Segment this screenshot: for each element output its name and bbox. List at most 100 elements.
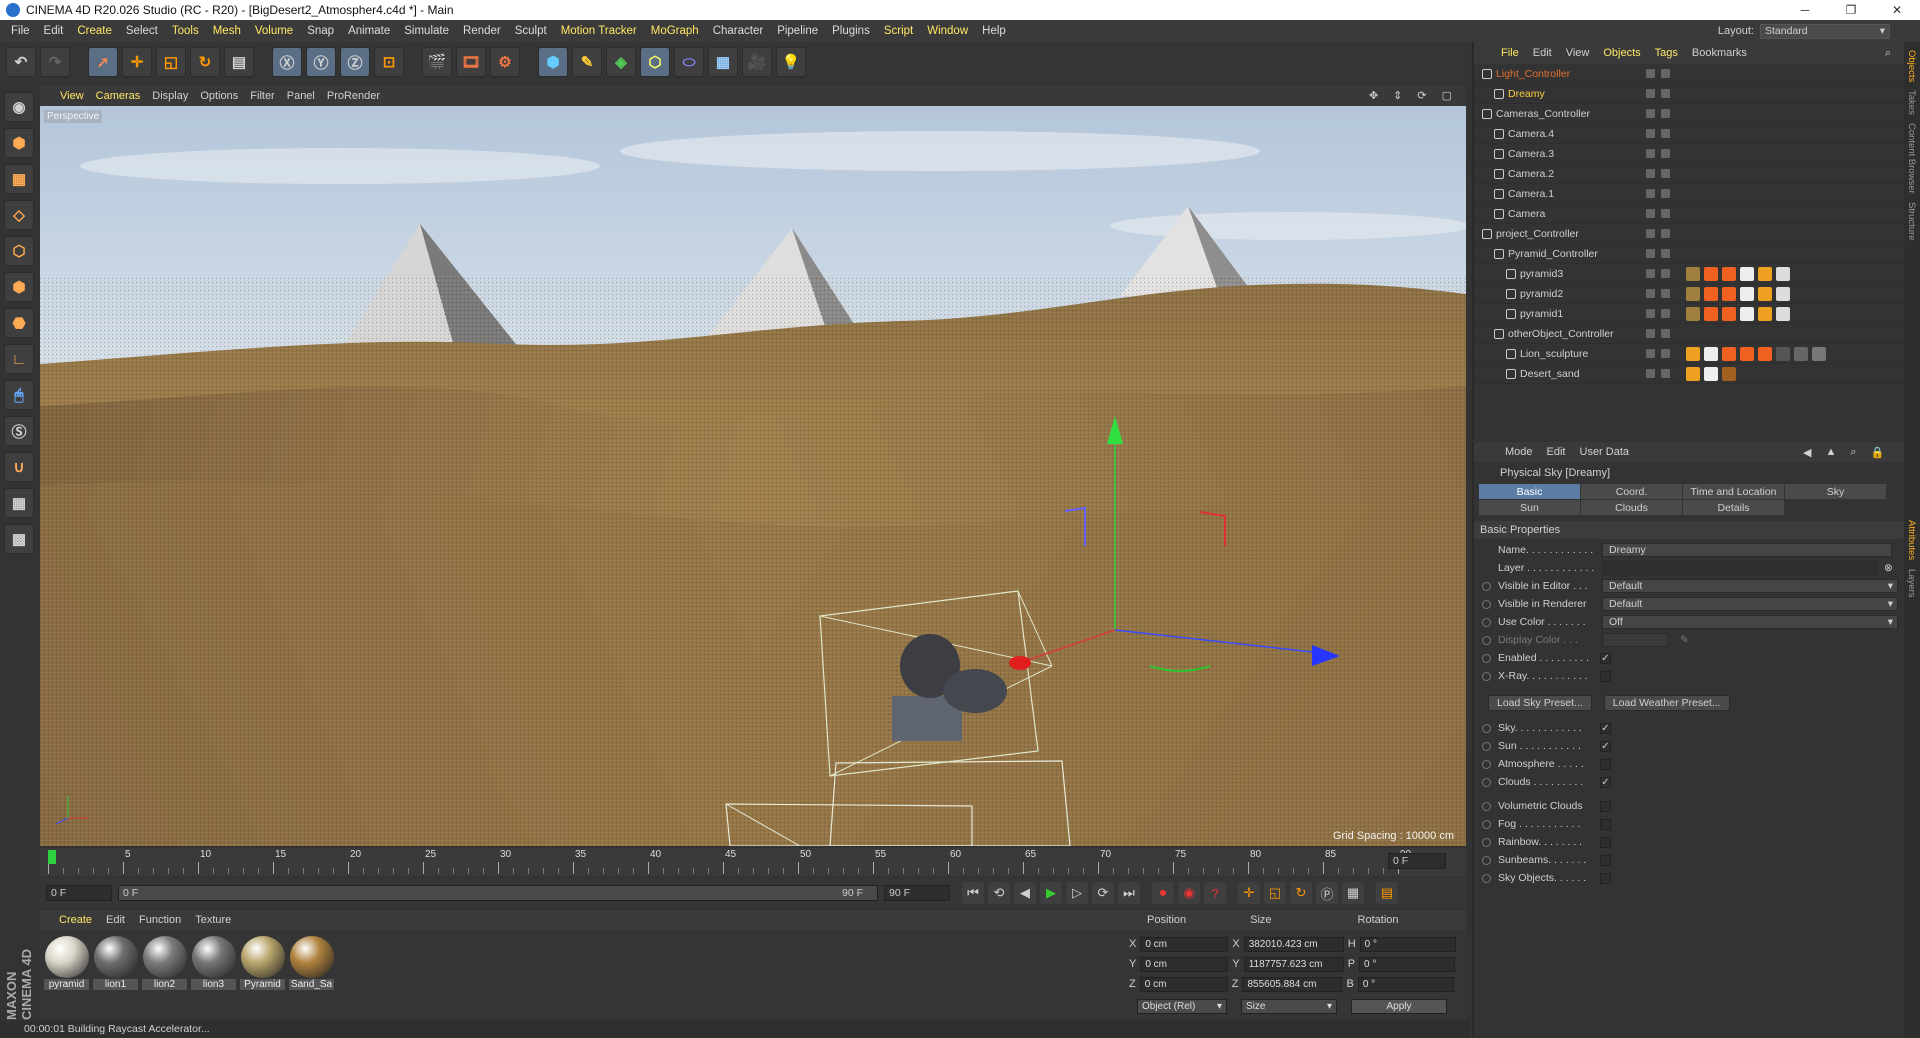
scale-tool-icon[interactable]: ◱ <box>156 47 186 77</box>
model-mode-icon[interactable]: ⬢ <box>4 128 34 158</box>
side-tab[interactable]: Structure <box>1906 202 1917 241</box>
material-item[interactable]: Pyramid <box>240 936 285 990</box>
material-tag-icon[interactable] <box>1704 306 1718 321</box>
visibility-dot-icon[interactable] <box>1646 289 1655 298</box>
animate-radio[interactable] <box>1482 581 1491 591</box>
position-field[interactable]: 0 cm <box>1140 956 1229 972</box>
animate-radio[interactable] <box>1482 723 1491 733</box>
object-menu-file[interactable]: File <box>1494 47 1526 59</box>
render-settings-icon[interactable]: ⚙ <box>490 47 520 77</box>
load-sky-preset-button[interactable]: Load Sky Preset... <box>1488 695 1592 711</box>
menu-mograph[interactable]: MoGraph <box>644 25 706 37</box>
cloner-icon[interactable]: ⬡ <box>640 47 670 77</box>
viewport-menu-panel[interactable]: Panel <box>281 90 321 102</box>
axis-mode-icon[interactable]: ∟ <box>4 344 34 374</box>
viewport-menu-cameras[interactable]: Cameras <box>90 90 147 102</box>
viewport-menu-options[interactable]: Options <box>194 90 244 102</box>
edges-mode-icon[interactable]: ⬢ <box>4 272 34 302</box>
material-menu-create[interactable]: Create <box>52 914 99 926</box>
floor-environment-icon[interactable]: ▦ <box>708 47 738 77</box>
visibility-dot-icon[interactable] <box>1661 309 1670 318</box>
material-tag-icon[interactable] <box>1758 346 1772 361</box>
material-tag-icon[interactable] <box>1758 306 1772 321</box>
size-field[interactable]: 1187757.623 cm <box>1243 956 1344 972</box>
play-forward-icon[interactable]: ▶ <box>1040 882 1062 904</box>
object-menu-tags[interactable]: Tags <box>1648 47 1685 59</box>
animate-radio[interactable] <box>1482 837 1491 847</box>
tab-coord[interactable]: Coord. <box>1581 484 1682 499</box>
material-item[interactable]: lion3 <box>191 936 236 990</box>
parameter-key-icon[interactable]: Ⓟ <box>1316 882 1338 904</box>
material-item[interactable]: lion2 <box>142 936 187 990</box>
feature-checkbox[interactable] <box>1600 800 1611 812</box>
material-tag-icon[interactable] <box>1812 346 1826 361</box>
object-row[interactable]: Camera <box>1474 204 1904 224</box>
make-editable-icon[interactable]: ◉ <box>4 92 34 122</box>
visibility-dot-icon[interactable] <box>1661 69 1670 78</box>
frame-range-slider[interactable]: 0 F 90 F <box>118 885 878 901</box>
position-field[interactable]: 0 cm <box>1140 936 1229 952</box>
material-item[interactable]: lion1 <box>93 936 138 990</box>
previous-key-icon[interactable]: ⟲ <box>988 882 1010 904</box>
object-row[interactable]: Camera.2 <box>1474 164 1904 184</box>
layer-picker-icon[interactable]: ⊗ <box>1884 562 1893 574</box>
visibility-dot-icon[interactable] <box>1661 229 1670 238</box>
tab-clouds[interactable]: Clouds <box>1581 500 1682 515</box>
rotate-view-icon[interactable]: ⟳ <box>1411 89 1432 102</box>
material-tag-icon[interactable] <box>1776 286 1790 301</box>
menu-file[interactable]: File <box>4 25 37 37</box>
start-frame-field[interactable]: 0 F <box>46 885 112 901</box>
material-tag-icon[interactable] <box>1722 306 1736 321</box>
object-row[interactable]: Lion_sculpture <box>1474 344 1904 364</box>
solo-mode-icon[interactable]: Ⓢ <box>4 416 34 446</box>
visible-editor-select[interactable]: Default ▾ <box>1602 579 1898 593</box>
material-tag-icon[interactable] <box>1704 266 1718 281</box>
light-icon[interactable]: 💡 <box>776 47 806 77</box>
camera-icon[interactable]: 🎥 <box>742 47 772 77</box>
object-row[interactable]: otherObject_Controller <box>1474 324 1904 344</box>
animate-radio[interactable] <box>1482 855 1491 865</box>
animate-radio[interactable] <box>1482 599 1491 609</box>
menu-plugins[interactable]: Plugins <box>825 25 877 37</box>
material-tag-icon[interactable] <box>1776 306 1790 321</box>
animate-radio[interactable] <box>1482 759 1491 769</box>
feature-checkbox[interactable] <box>1600 818 1611 830</box>
object-menu-bookmarks[interactable]: Bookmarks <box>1685 47 1754 59</box>
menu-snap[interactable]: Snap <box>300 25 341 37</box>
side-tab[interactable]: Attributes <box>1906 520 1917 560</box>
visibility-dot-icon[interactable] <box>1646 109 1655 118</box>
cube-primitive-icon[interactable]: ⬢ <box>538 47 568 77</box>
material-tag-icon[interactable] <box>1686 346 1700 361</box>
visibility-dot-icon[interactable] <box>1646 169 1655 178</box>
end-frame-field[interactable]: 90 F <box>884 885 950 901</box>
animate-radio[interactable] <box>1482 873 1491 883</box>
visibility-dot-icon[interactable] <box>1661 189 1670 198</box>
visibility-dot-icon[interactable] <box>1661 269 1670 278</box>
workplane-mode-icon[interactable]: ◇ <box>4 200 34 230</box>
close-button[interactable]: ✕ <box>1874 0 1920 20</box>
minimize-button[interactable]: ─ <box>1782 0 1828 20</box>
rotation-field[interactable]: 0 ° <box>1357 976 1454 992</box>
material-menu-texture[interactable]: Texture <box>188 914 238 926</box>
feature-checkbox[interactable] <box>1600 758 1611 770</box>
visibility-dot-icon[interactable] <box>1646 129 1655 138</box>
feature-checkbox[interactable]: ✓ <box>1600 740 1611 752</box>
tab-details[interactable]: Details <box>1683 500 1784 515</box>
next-frame-icon[interactable]: ▷ <box>1066 882 1088 904</box>
menu-render[interactable]: Render <box>456 25 508 37</box>
visibility-dot-icon[interactable] <box>1646 249 1655 258</box>
material-tag-icon[interactable] <box>1740 266 1754 281</box>
visibility-dot-icon[interactable] <box>1661 289 1670 298</box>
object-menu-edit[interactable]: Edit <box>1526 47 1559 59</box>
animate-radio[interactable] <box>1482 671 1491 681</box>
side-tab[interactable]: Content Browser <box>1906 123 1917 194</box>
visibility-dot-icon[interactable] <box>1646 309 1655 318</box>
object-row[interactable]: pyramid2 <box>1474 284 1904 304</box>
rotation-field[interactable]: 0 ° <box>1359 936 1456 952</box>
point-level-icon[interactable]: ▦ <box>1342 882 1364 904</box>
material-tag-icon[interactable] <box>1722 366 1736 381</box>
move-tool-icon[interactable]: ✛ <box>122 47 152 77</box>
coordinate-system-icon[interactable]: ⊡ <box>374 47 404 77</box>
name-field[interactable]: Dreamy <box>1602 543 1892 557</box>
animate-radio[interactable] <box>1482 741 1491 751</box>
